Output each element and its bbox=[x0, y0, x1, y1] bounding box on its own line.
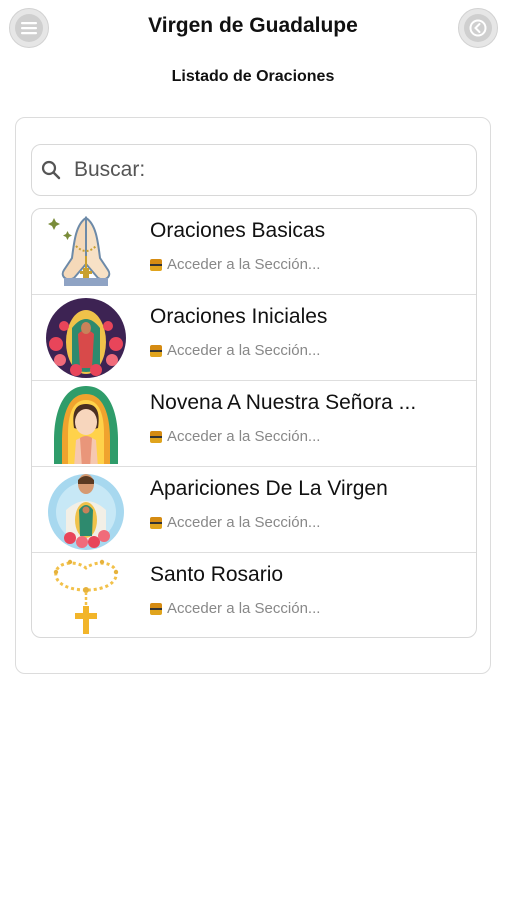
list-item-subtitle-text: Acceder a la Sección... bbox=[167, 428, 321, 445]
back-arrow-icon bbox=[464, 14, 492, 42]
list-item-santo-rosario[interactable]: Santo Rosario Acceder a la Sección... bbox=[32, 553, 476, 637]
list-item-subtitle-text: Acceder a la Sección... bbox=[167, 600, 321, 617]
app-header: Virgen de Guadalupe bbox=[0, 0, 506, 55]
list-item-subtitle-text: Acceder a la Sección... bbox=[167, 514, 321, 531]
list-item-subtitle: Acceder a la Sección... bbox=[150, 600, 320, 617]
search-input[interactable] bbox=[72, 157, 456, 183]
list-item-oraciones-basicas[interactable]: Oraciones Basicas Acceder a la Sección..… bbox=[32, 209, 476, 295]
prayer-list: Oraciones Basicas Acceder a la Sección..… bbox=[31, 208, 477, 638]
search-box[interactable] bbox=[31, 144, 477, 196]
list-item-subtitle: Acceder a la Sección... bbox=[150, 428, 320, 445]
virgin-guadalupe-roses-icon bbox=[46, 298, 126, 378]
list-item-title: Oraciones Basicas bbox=[150, 219, 326, 242]
page-title: Virgen de Guadalupe bbox=[148, 14, 358, 37]
list-item-subtitle-text: Acceder a la Sección... bbox=[167, 342, 321, 359]
section-subtitle: Listado de Oraciones bbox=[171, 68, 335, 85]
list-item-title: Novena A Nuestra Señora ... bbox=[150, 391, 417, 414]
praying-hands-rosary-icon bbox=[48, 216, 111, 286]
list-item-novena[interactable]: Novena A Nuestra Señora ... Acceder a la… bbox=[32, 381, 476, 467]
list-item-subtitle-text: Acceder a la Sección... bbox=[167, 256, 321, 273]
list-item-oraciones-iniciales[interactable]: Oraciones Iniciales Acceder a la Sección… bbox=[32, 295, 476, 381]
section-icon bbox=[150, 430, 162, 443]
virgin-mary-icon bbox=[54, 386, 118, 464]
section-icon bbox=[150, 258, 162, 271]
list-item-subtitle: Acceder a la Sección... bbox=[150, 342, 320, 359]
search-icon bbox=[41, 160, 61, 180]
list-item-title: Santo Rosario bbox=[150, 563, 284, 586]
content-panel: Oraciones Basicas Acceder a la Sección..… bbox=[15, 117, 491, 674]
list-item-apariciones[interactable]: Apariciones De La Virgen Acceder a la Se… bbox=[32, 467, 476, 553]
rosary-cross-icon bbox=[53, 559, 119, 634]
back-button[interactable] bbox=[458, 8, 498, 48]
list-item-title: Apariciones De La Virgen bbox=[150, 477, 388, 500]
section-icon bbox=[150, 516, 162, 529]
list-item-title: Oraciones Iniciales bbox=[150, 305, 328, 328]
list-item-subtitle: Acceder a la Sección... bbox=[150, 256, 320, 273]
section-icon bbox=[150, 602, 162, 615]
juan-diego-apparition-icon bbox=[48, 474, 124, 550]
list-item-subtitle: Acceder a la Sección... bbox=[150, 514, 320, 531]
section-icon bbox=[150, 344, 162, 357]
